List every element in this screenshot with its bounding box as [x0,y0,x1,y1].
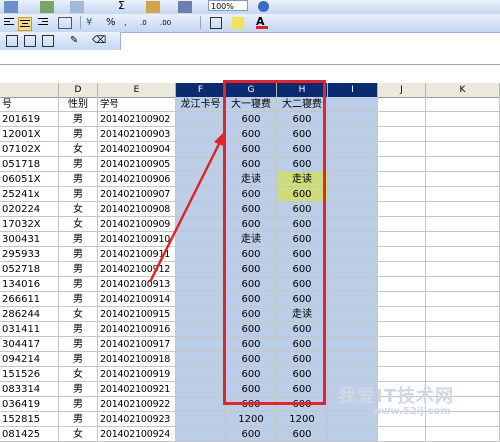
annotation-arrow [148,130,226,283]
watermark-main: 我爱IT技术网 [338,386,454,407]
watermark-sub: www.52ij.com [372,406,451,417]
